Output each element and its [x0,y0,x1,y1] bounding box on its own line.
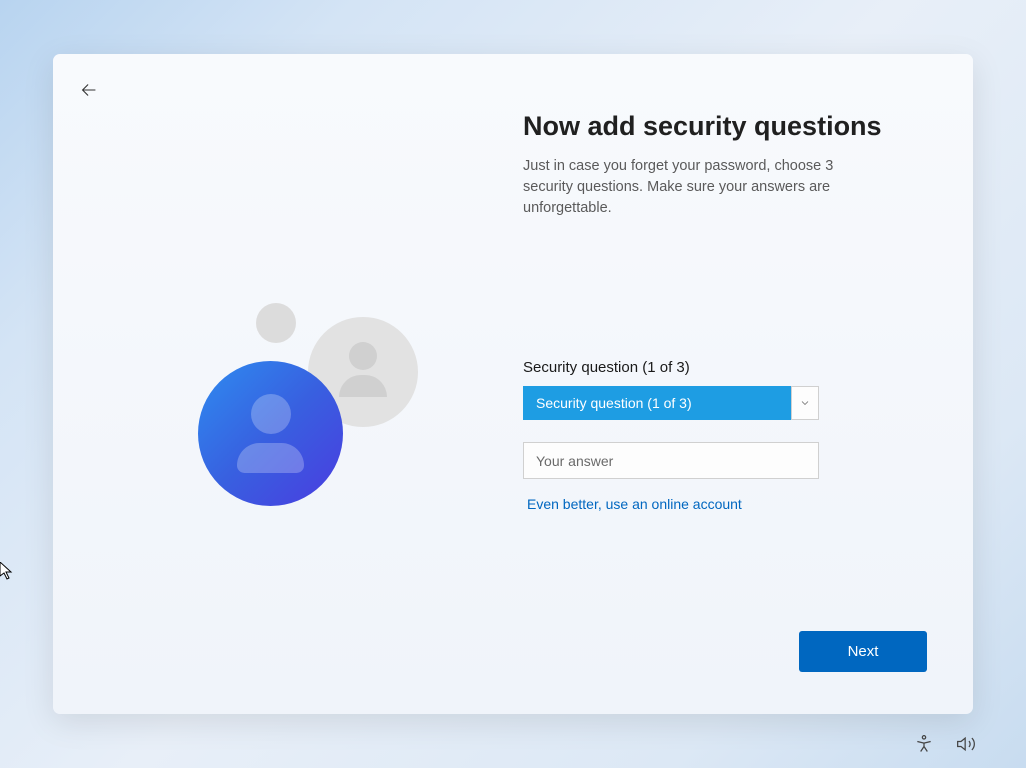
page-title: Now add security questions [523,111,943,142]
chevron-down-icon [799,397,811,409]
illustration-panel [83,76,523,692]
volume-button[interactable] [956,734,976,754]
security-question-dropdown[interactable]: Security question (1 of 3) [523,386,819,420]
accessibility-icon [914,734,934,754]
use-online-account-link[interactable]: Even better, use an online account [527,496,742,512]
decoration-bubble-large [198,361,343,506]
content-wrapper: Now add security questions Just in case … [83,76,943,692]
form-panel: Now add security questions Just in case … [523,76,943,692]
dropdown-selected-value[interactable]: Security question (1 of 3) [523,386,791,420]
user-illustration [198,301,478,531]
accessibility-button[interactable] [914,734,934,754]
security-answer-input[interactable] [523,442,819,479]
page-description: Just in case you forget your password, c… [523,156,883,219]
person-body-icon [339,375,387,397]
oobe-card: Now add security questions Just in case … [53,54,973,714]
person-body-icon [237,443,304,473]
decoration-bubble-small [256,303,296,343]
person-head-icon [349,342,377,370]
next-button[interactable]: Next [799,631,927,672]
system-tray [914,734,976,754]
cursor-icon [0,562,16,580]
speaker-icon [956,734,976,754]
person-head-icon [251,394,291,434]
dropdown-toggle-button[interactable] [791,386,819,420]
security-question-label: Security question (1 of 3) [523,359,943,376]
